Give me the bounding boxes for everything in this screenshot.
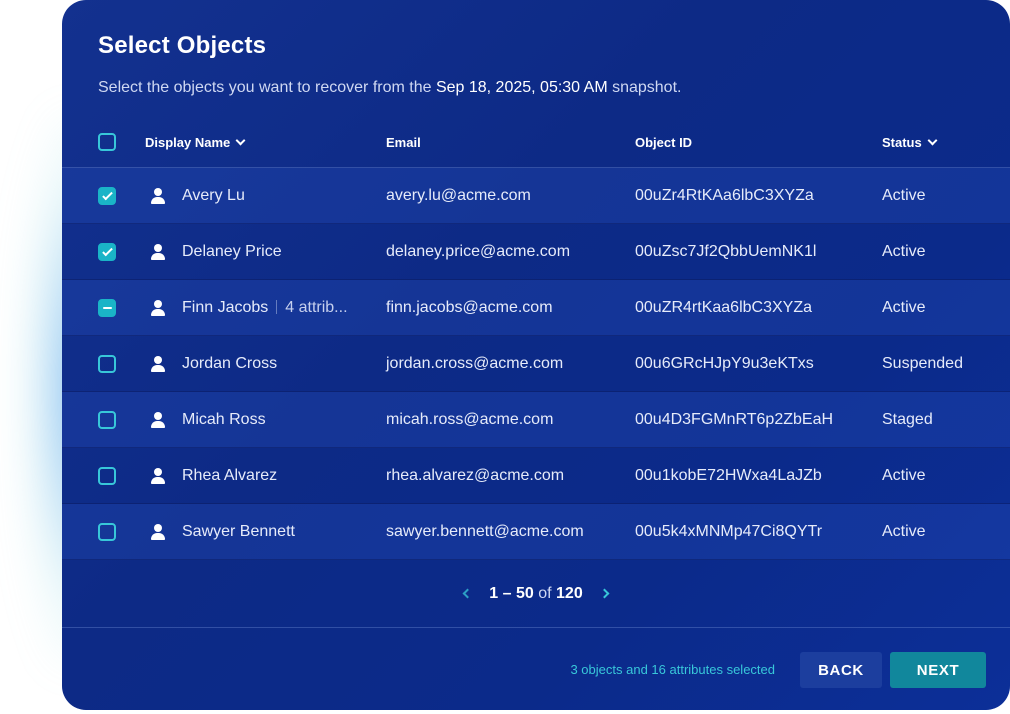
row-checkbox[interactable] [98,243,116,261]
attribute-separator [276,300,278,314]
row-display-name: Finn Jacobs 4 attrib... [182,299,348,317]
indeterminate-icon [102,307,112,309]
row-name-text: Delaney Price [182,243,282,260]
row-name-text: Micah Ross [182,411,266,428]
row-status: Active [882,187,926,204]
row-name-text: Sawyer Bennett [182,523,295,540]
row-object-id: 00u4D3FGMnRT6p2ZbEaH [635,411,834,428]
table-row[interactable]: Avery Lu avery.lu@acme.com 00uZr4RtKAa6l… [62,168,1010,224]
row-display-name: Jordan Cross [182,355,277,373]
subtitle-suffix: snapshot. [607,79,682,96]
pagination: 1 – 50 of 120 [62,560,1010,628]
back-button[interactable]: BACK [800,652,882,688]
user-icon [150,524,166,540]
chevron-left-icon[interactable] [462,588,473,599]
row-checkbox[interactable] [98,299,116,317]
objects-table-body: Avery Lu avery.lu@acme.com 00uZr4RtKAa6l… [62,168,1010,560]
row-email: jordan.cross@acme.com [386,355,564,372]
user-icon [150,300,166,316]
row-display-name: Rhea Alvarez [182,467,277,485]
column-object-id: Object ID [635,135,692,150]
row-display-name: Micah Ross [182,411,266,429]
user-icon [150,188,166,204]
pagination-of: of [538,584,552,602]
row-checkbox[interactable] [98,467,116,485]
pagination-total: 120 [556,584,583,602]
row-status: Active [882,467,926,484]
table-row[interactable]: Jordan Cross jordan.cross@acme.com 00u6G… [62,336,1010,392]
table-row[interactable]: Delaney Price delaney.price@acme.com 00u… [62,224,1010,280]
column-status-label: Status [882,135,922,150]
row-object-id: 00u1kobE72HWxa4LaJZb [635,467,822,484]
user-icon [150,412,166,428]
column-display-name-label: Display Name [145,135,231,150]
column-email-label: Email [386,135,421,150]
row-object-id: 00uZR4rtKaa6lbC3XYZa [635,299,812,316]
chevron-down-icon [235,135,246,146]
row-email: rhea.alvarez@acme.com [386,467,565,484]
row-display-name: Avery Lu [182,187,245,205]
row-display-name: Delaney Price [182,243,282,261]
row-email: avery.lu@acme.com [386,187,531,204]
column-email: Email [386,135,421,150]
row-email: sawyer.bennett@acme.com [386,523,584,540]
user-icon [150,356,166,372]
row-status: Staged [882,411,933,428]
row-attributes-count[interactable]: 4 attrib... [285,299,347,316]
snapshot-date: Sep 18, 2025, 05:30 AM [435,79,608,96]
row-status: Active [882,523,926,540]
chevron-right-icon[interactable] [599,588,610,599]
dialog-subtitle: Select the objects you want to recover f… [98,79,681,97]
table-row[interactable]: Sawyer Bennett sawyer.bennett@acme.com 0… [62,504,1010,560]
row-status: Suspended [882,355,963,372]
column-display-name[interactable]: Display Name [145,135,246,150]
pagination-range: 1 – 50 [489,584,534,602]
selection-summary: 3 objects and 16 attributes selected [570,662,775,677]
row-name-text: Finn Jacobs [182,299,269,316]
user-icon [150,468,166,484]
row-name-text: Jordan Cross [182,355,278,372]
row-object-id: 00uZr4RtKAa6lbC3XYZa [635,187,814,204]
chevron-down-icon [927,135,938,146]
user-icon [150,244,166,260]
row-object-id: 00uZsc7Jf2QbbUemNK1l [635,243,817,260]
table-row[interactable]: Finn Jacobs 4 attrib... finn.jacobs@acme.… [62,280,1010,336]
subtitle-prefix: Select the objects you want to recover f… [98,79,436,96]
table-header: Display Name Email Object ID Status [62,118,1010,168]
table-row[interactable]: Rhea Alvarez rhea.alvarez@acme.com 00u1k… [62,448,1010,504]
row-name-text: Rhea Alvarez [182,467,278,484]
check-icon [101,189,113,201]
row-checkbox[interactable] [98,523,116,541]
next-button[interactable]: NEXT [890,652,986,688]
check-icon [101,245,113,257]
pagination-text: 1 – 50 of 120 [489,585,582,603]
dialog-title: Select Objects [98,32,267,59]
row-object-id: 00u5k4xMNMp47Ci8QYTr [635,523,823,540]
select-all-checkbox[interactable] [98,133,116,151]
row-checkbox[interactable] [98,187,116,205]
row-status: Active [882,299,926,316]
row-object-id: 00u6GRcHJpY9u3eKTxs [635,355,814,372]
column-status[interactable]: Status [882,135,938,150]
row-checkbox[interactable] [98,411,116,429]
row-email: finn.jacobs@acme.com [386,299,553,316]
row-status: Active [882,243,926,260]
row-checkbox[interactable] [98,355,116,373]
row-display-name: Sawyer Bennett [182,523,295,541]
row-email: micah.ross@acme.com [386,411,554,428]
row-name-text: Avery Lu [182,187,245,204]
select-objects-dialog: Select Objects Select the objects you wa… [62,0,1010,710]
row-email: delaney.price@acme.com [386,243,571,260]
column-object-id-label: Object ID [635,135,693,150]
table-row[interactable]: Micah Ross micah.ross@acme.com 00u4D3FGM… [62,392,1010,448]
